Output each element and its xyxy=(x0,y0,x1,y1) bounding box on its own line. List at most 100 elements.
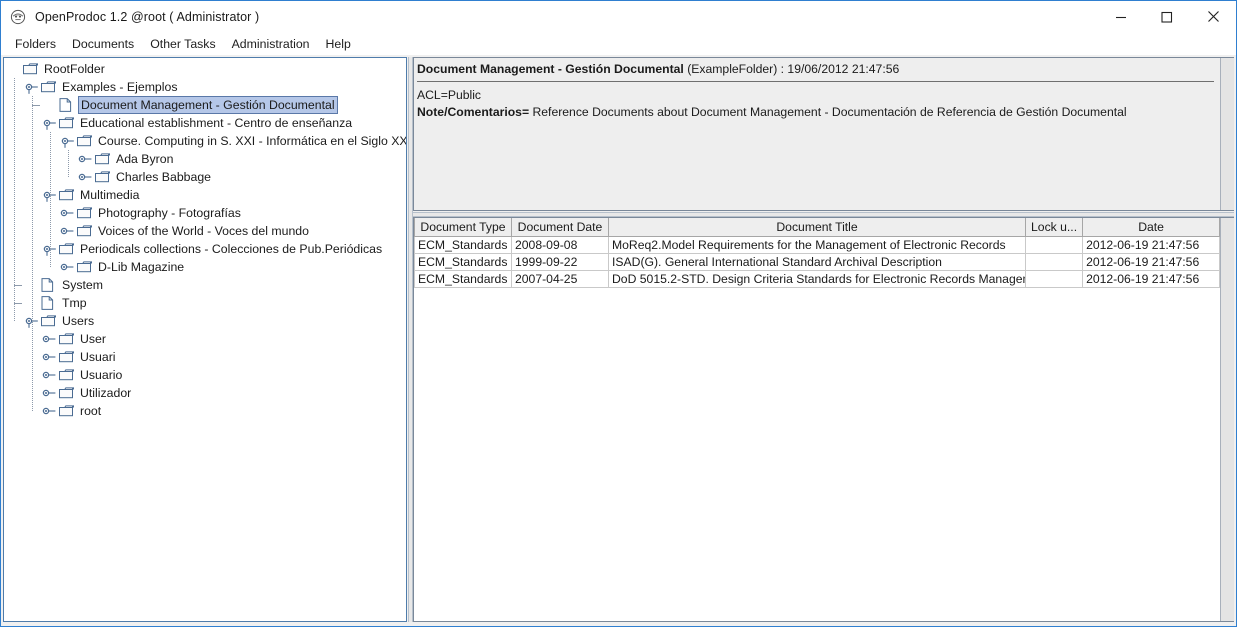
tree-guide-line xyxy=(32,96,33,411)
tree-node[interactable]: User xyxy=(4,330,406,348)
tree-node[interactable]: D-Lib Magazine xyxy=(4,258,406,276)
tree-expand-handle-closed[interactable] xyxy=(42,402,58,420)
tree-node[interactable]: RootFolder xyxy=(4,60,406,78)
menu-item-folders[interactable]: Folders xyxy=(7,35,64,53)
maximize-icon[interactable] xyxy=(1144,1,1190,32)
window-controls xyxy=(1098,1,1236,32)
table-header-title[interactable]: Document Title xyxy=(607,218,1027,237)
folder-icon xyxy=(58,384,76,402)
tree-node[interactable]: System xyxy=(4,276,406,294)
folder-icon xyxy=(40,312,58,330)
tree-node-label: Multimedia xyxy=(80,188,140,202)
table-row[interactable]: ECM_Standards 2008-09-08 MoReq2.Model Requ… xyxy=(414,235,1221,254)
tree-node[interactable]: Course. Computing in S. XXI - Informátic… xyxy=(4,132,406,150)
tree-expand-handle-closed[interactable] xyxy=(42,384,58,402)
tree-expand-handle-closed[interactable] xyxy=(60,258,76,276)
folder-icon xyxy=(40,78,58,96)
tree-expand-handle-closed[interactable] xyxy=(60,204,76,222)
table-cell-type: ECM_Standards xyxy=(414,252,512,271)
tree-node-label: RootFolder xyxy=(44,62,105,76)
tree-node[interactable]: Ada Byron xyxy=(4,150,406,168)
folder-icon xyxy=(76,132,94,150)
tree-node[interactable]: Photography - Fotografías xyxy=(4,204,406,222)
tree-node-label: Photography - Fotografías xyxy=(98,206,241,220)
minimize-icon[interactable] xyxy=(1098,1,1144,32)
tree-node[interactable]: Document Management - Gestión Documental xyxy=(4,96,406,114)
tree-node[interactable]: Educational establishment - Centro de en… xyxy=(4,114,406,132)
table-cell-lock xyxy=(1025,252,1084,271)
tree-node-label: System xyxy=(62,278,103,292)
table-cell-ddate: 1999-09-22 xyxy=(511,252,609,271)
table-header-date[interactable]: Date xyxy=(1082,218,1221,237)
tree-node[interactable]: Charles Babbage xyxy=(4,168,406,186)
folder-detail-title-meta: (ExampleFolder) : 19/06/2012 21:47:56 xyxy=(683,62,900,76)
tree-node[interactable]: Usuari xyxy=(4,348,406,366)
tree-node[interactable]: Multimedia xyxy=(4,186,406,204)
tree-expand-handle-open[interactable] xyxy=(60,132,76,150)
folder-icon xyxy=(58,186,76,204)
menu-bar: Folders Documents Other Tasks Administra… xyxy=(1,32,1236,55)
tree-expand-handle-open[interactable] xyxy=(42,114,58,132)
folder-icon xyxy=(58,330,76,348)
detail-vertical-scrollbar[interactable] xyxy=(1220,58,1234,210)
table-cell-date: 2012-06-19 21:47:56 xyxy=(1082,235,1221,254)
detail-divider xyxy=(417,81,1214,82)
tree-node-label: root xyxy=(80,404,102,418)
tree-node[interactable]: Utilizador xyxy=(4,384,406,402)
tree-node[interactable]: Tmp xyxy=(4,294,406,312)
tree-node[interactable]: Usuario xyxy=(4,366,406,384)
table-row[interactable]: ECM_Standards 2007-04-25 DoD 5015.2-STD. D… xyxy=(414,269,1221,288)
tree-expand-handle-closed[interactable] xyxy=(42,330,58,348)
tree-expand-handle-closed[interactable] xyxy=(78,168,94,186)
menu-item-other-tasks[interactable]: Other Tasks xyxy=(142,35,223,53)
tree-expand-handle-open[interactable] xyxy=(24,78,40,96)
detail-note-line: Note/Comentarios= Reference Documents ab… xyxy=(417,104,1220,121)
close-icon[interactable] xyxy=(1190,1,1236,32)
tree-node-label: Usuari xyxy=(80,350,116,364)
table-cell-lock xyxy=(1025,269,1084,288)
folder-tree[interactable]: RootFolder Examples - Ejemplos Document Ma… xyxy=(4,58,406,621)
tree-node[interactable]: Users xyxy=(4,312,406,330)
tree-guide-stub xyxy=(14,303,22,304)
application-window: OpenProdoc 1.2 @root ( Administrator ) F… xyxy=(0,0,1237,627)
table-header-type[interactable]: Document Type xyxy=(414,218,512,237)
horizontal-splitter[interactable] xyxy=(413,211,1234,217)
tree-expand-handle-closed[interactable] xyxy=(60,222,76,240)
table-header-ddate[interactable]: Document Date xyxy=(511,218,609,237)
main-content: RootFolder Examples - Ejemplos Document Ma… xyxy=(1,55,1236,626)
right-panel: Document Management - Gestión Documental… xyxy=(413,57,1235,622)
folder-icon xyxy=(58,402,76,420)
tree-node-label: Examples - Ejemplos xyxy=(62,80,178,94)
table-cell-lock xyxy=(1025,235,1084,254)
tree-node[interactable]: Periodicals collections - Colecciones de… xyxy=(4,240,406,258)
menu-item-documents[interactable]: Documents xyxy=(64,35,142,53)
tree-guide-stub xyxy=(14,285,22,286)
table-cell-type: ECM_Standards xyxy=(414,269,512,288)
table-cell-ddate: 2007-04-25 xyxy=(511,269,609,288)
tree-expand-handle-closed[interactable] xyxy=(42,348,58,366)
table-row[interactable]: ECM_Standards 1999-09-22 ISAD(G). General … xyxy=(414,252,1221,271)
tree-node-label: D-Lib Magazine xyxy=(98,260,185,274)
table-header-lock[interactable]: Lock u... xyxy=(1025,218,1084,237)
tree-guide-line xyxy=(68,150,69,177)
folder-icon xyxy=(94,150,112,168)
tree-node[interactable]: Examples - Ejemplos xyxy=(4,78,406,96)
table-vertical-scrollbar[interactable] xyxy=(1220,218,1235,621)
documents-table: Document Type Document Date Document Title… xyxy=(414,218,1221,288)
tree-expand-handle-closed[interactable] xyxy=(42,366,58,384)
window-title: OpenProdoc 1.2 @root ( Administrator ) xyxy=(35,9,260,24)
documents-table-panel: Document Type Document Date Document Title… xyxy=(413,217,1235,622)
tree-node[interactable]: root xyxy=(4,402,406,420)
menu-item-help[interactable]: Help xyxy=(318,35,359,53)
folder-icon xyxy=(58,348,76,366)
folder-icon xyxy=(22,60,40,78)
detail-note-label: Note/Comentarios= xyxy=(417,105,530,119)
tree-expand-handle-closed[interactable] xyxy=(78,150,94,168)
table-cell-date: 2012-06-19 21:47:56 xyxy=(1082,269,1221,288)
tree-node[interactable]: Voices of the World - Voces del mundo xyxy=(4,222,406,240)
tree-node-label: Tmp xyxy=(62,296,87,310)
tree-node-label: Periodicals collections - Colecciones de… xyxy=(80,242,383,256)
document-icon xyxy=(58,96,76,114)
tree-node-label: User xyxy=(80,332,106,346)
menu-item-administration[interactable]: Administration xyxy=(224,35,318,53)
